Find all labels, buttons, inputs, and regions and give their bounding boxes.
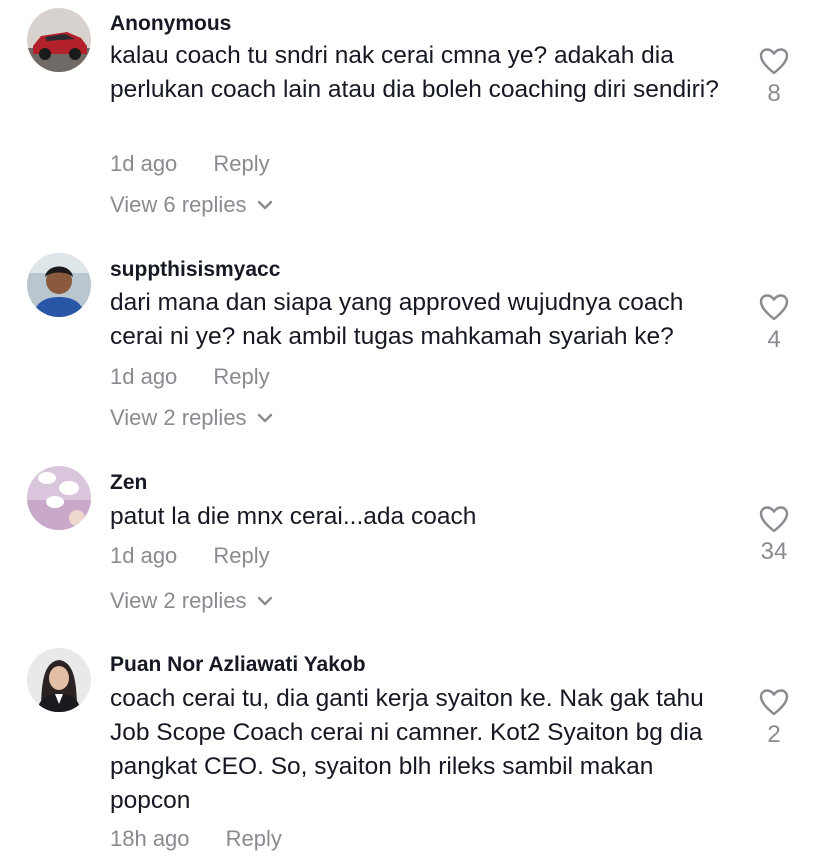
view-replies-label: View 2 replies xyxy=(110,588,247,613)
reply-button[interactable]: Reply xyxy=(226,826,282,851)
comment-text: dari mana dan siapa yang approved wujudn… xyxy=(110,289,684,350)
heart-outline-icon xyxy=(759,506,789,533)
like-count: 2 xyxy=(767,721,781,748)
avatar[interactable] xyxy=(27,253,91,317)
view-replies-label: View 2 replies xyxy=(110,405,247,430)
heart-outline-icon xyxy=(759,294,789,321)
avatar-car-image xyxy=(27,8,91,72)
reply-button[interactable]: Reply xyxy=(213,364,269,389)
chevron-down-icon xyxy=(257,200,272,210)
like-count: 4 xyxy=(767,326,781,353)
like-count: 8 xyxy=(767,80,781,107)
heart-outline-icon xyxy=(759,689,789,716)
avatar-person-image xyxy=(27,253,91,317)
comment-meta: 1d ago Reply xyxy=(110,543,270,569)
avatar[interactable] xyxy=(27,648,91,712)
view-replies-label: View 6 replies xyxy=(110,192,247,217)
timestamp: 1d ago xyxy=(110,151,178,176)
view-replies-button[interactable]: View 2 replies xyxy=(110,405,273,431)
timestamp: 1d ago xyxy=(110,364,178,389)
reply-button[interactable]: Reply xyxy=(213,543,269,568)
username[interactable]: Puan Nor Azliawati Yakob xyxy=(110,653,366,677)
like-button[interactable]: 2 xyxy=(748,687,800,749)
like-count: 34 xyxy=(760,538,788,565)
chevron-down-icon xyxy=(257,413,272,423)
username[interactable]: Zen xyxy=(110,471,147,495)
avatar[interactable] xyxy=(27,8,91,72)
username[interactable]: Anonymous xyxy=(110,12,231,36)
view-replies-button[interactable]: View 6 replies xyxy=(110,192,273,218)
like-button[interactable]: 34 xyxy=(748,504,800,566)
username[interactable]: suppthisismyacc xyxy=(110,258,280,282)
avatar-portrait-image xyxy=(27,648,91,712)
comment-text: patut la die mnx cerai...ada coach xyxy=(110,503,477,530)
avatar-comic-image xyxy=(27,466,91,530)
comment-meta: 1d ago Reply xyxy=(110,151,270,177)
comment-meta: 18h ago Reply xyxy=(110,826,282,852)
comment-meta: 1d ago Reply xyxy=(110,364,270,390)
reply-button[interactable]: Reply xyxy=(213,151,269,176)
view-replies-button[interactable]: View 2 replies xyxy=(110,588,273,614)
timestamp: 1d ago xyxy=(110,543,178,568)
like-button[interactable]: 8 xyxy=(748,46,800,108)
chevron-down-icon xyxy=(257,596,272,606)
comment-text: coach cerai tu, dia ganti kerja syaiton … xyxy=(110,685,704,814)
heart-outline-icon xyxy=(759,48,789,75)
comment-text: kalau coach tu sndri nak cerai cmna ye? … xyxy=(110,42,719,103)
avatar[interactable] xyxy=(27,466,91,530)
timestamp: 18h ago xyxy=(110,826,190,851)
like-button[interactable]: 4 xyxy=(748,292,800,354)
